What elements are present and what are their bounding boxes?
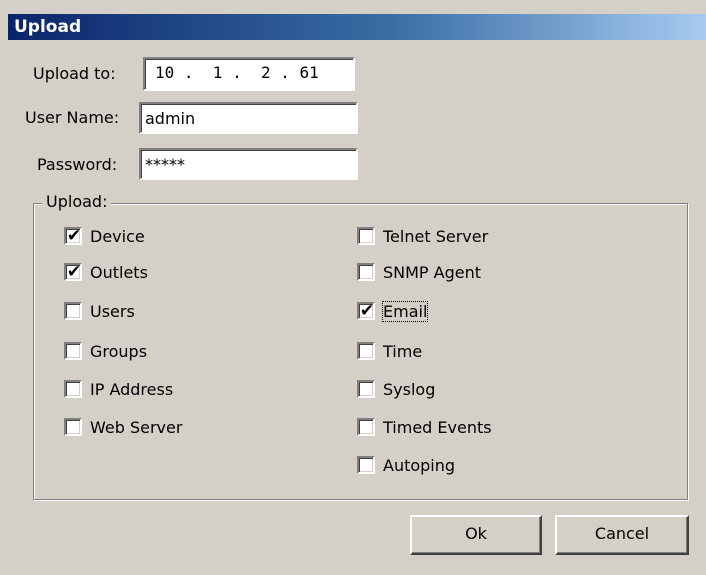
- checkbox-label: Time: [383, 341, 423, 361]
- password-input[interactable]: [139, 148, 358, 180]
- checkbox-label: Syslog: [383, 379, 436, 399]
- checkbox-box[interactable]: [64, 342, 82, 360]
- checkbox-label: Device: [90, 226, 145, 246]
- checkbox-box[interactable]: [357, 227, 375, 245]
- checkbox-box[interactable]: [357, 418, 375, 436]
- checkbox-label: Email: [381, 300, 429, 322]
- checkbox-label: Users: [90, 301, 135, 321]
- checkbox-label: Web Server: [90, 417, 183, 437]
- checkbox-label: Outlets: [90, 262, 148, 282]
- check-mark-icon: ✔: [359, 301, 375, 321]
- checkbox-timed-events[interactable]: Timed Events: [357, 414, 492, 440]
- checkbox-label: SNMP Agent: [383, 262, 482, 282]
- checkbox-box[interactable]: [64, 418, 82, 436]
- upload-dialog: Upload Upload to: 10 . 1 . 2 . 61 User N…: [0, 0, 706, 575]
- checkbox-email[interactable]: ✔ Email: [357, 298, 429, 324]
- checkbox-device[interactable]: ✔ Device: [64, 223, 145, 249]
- checkbox-box[interactable]: [357, 263, 375, 281]
- upload-to-label: Upload to:: [33, 64, 116, 83]
- checkbox-box[interactable]: [357, 380, 375, 398]
- checkbox-telnet-server[interactable]: Telnet Server: [357, 223, 488, 249]
- checkbox-box[interactable]: [357, 456, 375, 474]
- checkbox-groups[interactable]: Groups: [64, 338, 147, 364]
- checkbox-box[interactable]: [64, 380, 82, 398]
- username-label: User Name:: [25, 108, 120, 127]
- check-mark-icon: ✔: [66, 226, 82, 246]
- checkbox-label: Groups: [90, 341, 148, 361]
- window-title: Upload: [14, 17, 82, 37]
- checkbox-snmp-agent[interactable]: SNMP Agent: [357, 259, 481, 285]
- checkbox-box[interactable]: [357, 342, 375, 360]
- checkbox-web-server[interactable]: Web Server: [64, 414, 182, 440]
- checkbox-box[interactable]: ✔: [357, 301, 375, 321]
- ok-button[interactable]: Ok: [410, 515, 542, 555]
- checkbox-syslog[interactable]: Syslog: [357, 376, 435, 402]
- checkbox-label: Timed Events: [383, 417, 492, 437]
- title-bar[interactable]: Upload: [8, 14, 706, 40]
- checkbox-label: IP Address: [90, 379, 174, 399]
- checkbox-box[interactable]: ✔: [64, 262, 82, 282]
- checkbox-ip-address[interactable]: IP Address: [64, 376, 173, 402]
- checkbox-autoping[interactable]: Autoping: [357, 452, 455, 478]
- checkbox-users[interactable]: Users: [64, 298, 135, 324]
- username-input[interactable]: [139, 102, 358, 134]
- cancel-button[interactable]: Cancel: [555, 515, 689, 555]
- checkbox-box[interactable]: [64, 302, 82, 320]
- checkbox-outlets[interactable]: ✔ Outlets: [64, 259, 148, 285]
- upload-to-ip-input[interactable]: 10 . 1 . 2 . 61: [143, 57, 355, 91]
- upload-group-legend: Upload:: [42, 190, 112, 214]
- checkbox-label: Autoping: [383, 455, 456, 475]
- checkbox-time[interactable]: Time: [357, 338, 422, 364]
- checkbox-box[interactable]: ✔: [64, 226, 82, 246]
- check-mark-icon: ✔: [66, 262, 82, 282]
- password-label: Password:: [37, 155, 118, 174]
- checkbox-label: Telnet Server: [383, 226, 489, 246]
